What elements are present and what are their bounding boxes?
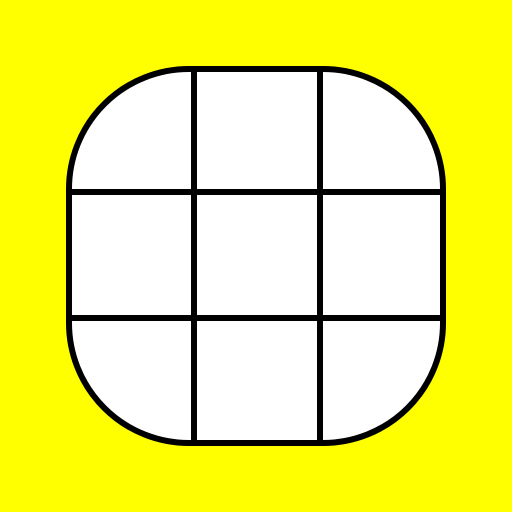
grid-3x3-icon [0, 0, 512, 512]
app-icon [0, 0, 512, 512]
rounded-tile [66, 66, 446, 446]
